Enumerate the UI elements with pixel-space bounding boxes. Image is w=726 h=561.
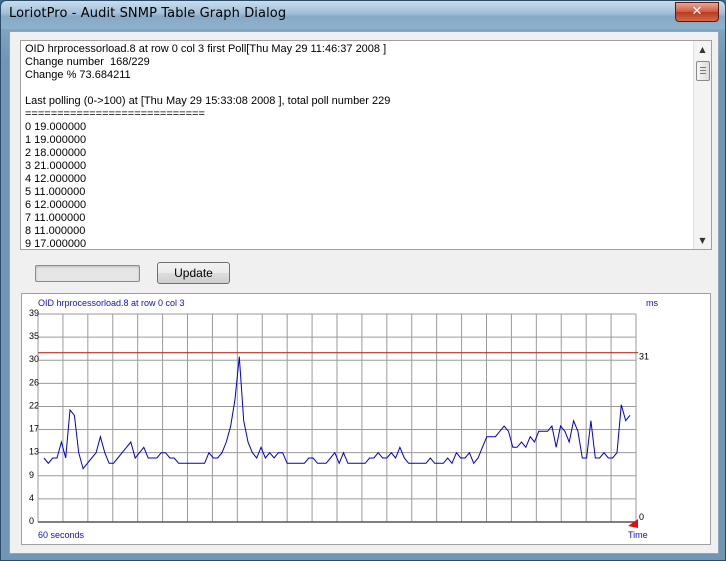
poll-line: 4 12.000000 xyxy=(25,173,87,185)
close-icon: ✕ xyxy=(691,4,703,19)
poll-line: 9 17.000000 xyxy=(25,238,87,250)
threshold-label: 31 xyxy=(639,352,649,362)
y-tick-label: 30 xyxy=(29,354,39,364)
poll-line: 7 11.000000 xyxy=(25,212,86,224)
y-tick-label-right: 0 xyxy=(639,512,644,522)
poll-line xyxy=(25,82,689,95)
title-bar[interactable]: LoriotPro - Audit SNMP Table Graph Dialo… xyxy=(1,1,725,29)
chart-title: OID hrprocessorload.8 at row 0 col 3 xyxy=(38,298,185,308)
dialog-window: LoriotPro - Audit SNMP Table Graph Dialo… xyxy=(0,0,726,561)
y-tick-label: 35 xyxy=(29,331,39,341)
y-tick-label: 17 xyxy=(29,424,39,434)
y-tick-label: 22 xyxy=(29,400,39,410)
x-label-right: Time xyxy=(628,530,648,540)
y-tick-label: 9 xyxy=(29,470,34,480)
poll-line: Last polling (0->100) at [Thu May 29 15:… xyxy=(25,95,391,107)
poll-line: 0 19.000000 xyxy=(25,121,87,133)
poll-line: OID hrprocessorload.8 at row 0 col 3 fir… xyxy=(25,43,387,55)
y-tick-label: 4 xyxy=(29,493,34,503)
poll-line: 5 11.000000 xyxy=(25,186,86,198)
graph-panel: 39 35 30 26 22 17 13 9 4 0 31 OID hrprocessorload.8… xyxy=(21,293,711,545)
poll-line: 1 19.000000 xyxy=(25,134,87,146)
x-label-left: 60 seconds xyxy=(38,530,85,540)
poll-results-textarea[interactable]: OID hrprocessorload.8 at row 0 col 3 fir… xyxy=(20,40,712,250)
poll-line: Change number 168/229 xyxy=(25,56,150,68)
poll-line: 2 18.000000 xyxy=(25,147,87,159)
poll-line: 8 11.000000 xyxy=(25,225,86,237)
line-chart: 39 35 30 26 22 17 13 9 4 0 31 OID hrprocessorload.8… xyxy=(29,298,658,540)
y-tick-label: 0 xyxy=(29,516,34,526)
y-tick-label: 13 xyxy=(29,447,39,457)
poll-line: Change % 73.684211 xyxy=(25,69,131,81)
unit-label: ms xyxy=(646,298,658,308)
scroll-down-arrow-icon[interactable]: ▼ xyxy=(694,232,711,249)
y-tick-label: 39 xyxy=(29,308,39,318)
close-button[interactable]: ✕ xyxy=(675,2,719,22)
update-button[interactable]: Update xyxy=(157,262,230,284)
red-triangle-marker-icon xyxy=(628,519,638,528)
y-tick-label: 26 xyxy=(29,377,39,387)
scroll-up-arrow-icon[interactable]: ▲ xyxy=(694,41,711,58)
dialog-client-area: OID hrprocessorload.8 at row 0 col 3 fir… xyxy=(9,31,719,554)
progress-bar xyxy=(35,265,140,282)
vertical-scrollbar[interactable]: ▲ ▼ xyxy=(693,41,711,249)
poll-line: 6 12.000000 xyxy=(25,199,87,211)
window-title: LoriotPro - Audit SNMP Table Graph Dialo… xyxy=(9,6,287,21)
scroll-thumb[interactable] xyxy=(696,61,710,81)
poll-line: ============================ xyxy=(25,108,205,120)
poll-results-text: OID hrprocessorload.8 at row 0 col 3 fir… xyxy=(25,43,689,250)
poll-line: 3 21.000000 xyxy=(25,160,87,172)
